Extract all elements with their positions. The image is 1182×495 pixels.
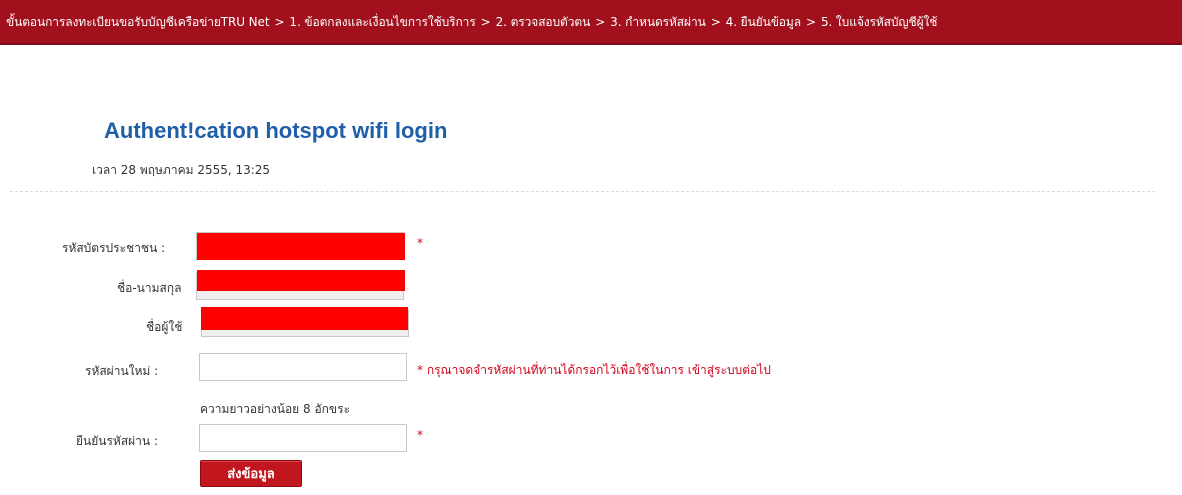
- id-card-label: รหัสบัตรประชาชน :: [62, 241, 166, 255]
- breadcrumb-separator: >: [480, 15, 491, 29]
- page-title: Authent!cation hotspot wifi login: [104, 118, 448, 143]
- password-reminder-note: * กรุณาจดจำรหัสผ่านที่ท่านได้กรอกไว้เพื่…: [417, 363, 771, 377]
- fullname-label: ชื่อ-นามสกุล: [117, 281, 182, 295]
- top-banner: ขั้นตอนการลงทะเบียนขอรับบัญชีเครือข่ายTR…: [0, 0, 1182, 45]
- submit-button[interactable]: ส่งข้อมูล: [200, 460, 302, 487]
- breadcrumb-separator: >: [274, 15, 285, 29]
- password-length-hint: ความยาวอย่างน้อย 8 อักขระ: [200, 402, 351, 416]
- redaction-block: [197, 270, 405, 291]
- confirm-password-input[interactable]: [199, 424, 407, 452]
- breadcrumb-separator: >: [710, 15, 721, 29]
- breadcrumb-step-1[interactable]: 1. ข้อตกลงและเงื่อนไขการใช้บริการ: [289, 15, 475, 29]
- timestamp: เวลา 28 พฤษภาคม 2555, 13:25: [92, 163, 271, 177]
- breadcrumb-prefix: ขั้นตอนการลงทะเบียนขอรับบัญชีเครือข่ายTR…: [6, 15, 270, 29]
- new-password-label: รหัสผ่านใหม่ :: [85, 364, 159, 378]
- breadcrumb-separator: >: [805, 15, 816, 29]
- new-password-input[interactable]: [199, 353, 407, 381]
- redaction-block: [201, 307, 408, 330]
- redaction-block: [197, 233, 405, 260]
- username-label: ชื่อผู้ใช้: [146, 320, 183, 334]
- breadcrumb-step-4[interactable]: 4. ยืนยันข้อมูล: [726, 15, 801, 29]
- breadcrumb-step-5[interactable]: 5. ใบแจ้งรหัสบัญชีผู้ใช้: [821, 15, 937, 29]
- breadcrumb-step-2[interactable]: 2. ตรวจสอบตัวตน: [496, 15, 591, 29]
- required-mark: *: [417, 428, 423, 442]
- confirm-password-label: ยืนยันรหัสผ่าน :: [76, 434, 158, 448]
- breadcrumb-separator: >: [595, 15, 606, 29]
- breadcrumb: ขั้นตอนการลงทะเบียนขอรับบัญชีเครือข่ายTR…: [6, 13, 937, 32]
- required-mark: *: [417, 236, 423, 250]
- breadcrumb-step-3[interactable]: 3. กำหนดรหัสผ่าน: [610, 15, 706, 29]
- section-divider: [10, 191, 1155, 192]
